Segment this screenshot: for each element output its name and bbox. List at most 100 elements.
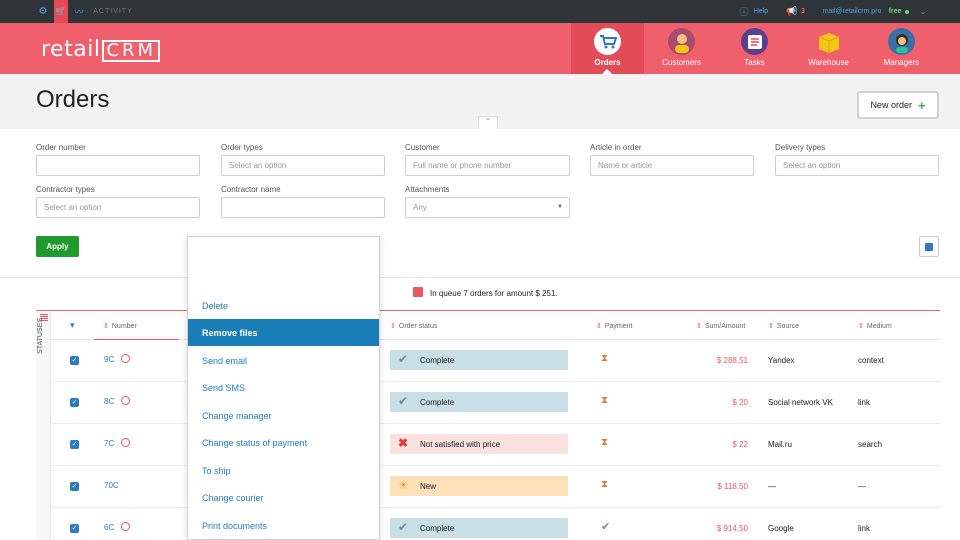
collapse-filters-icon[interactable]: ⌃ [478, 116, 498, 129]
user-email[interactable]: mail@retailcrm.pro [818, 0, 886, 23]
apply-button[interactable]: Apply [36, 236, 79, 257]
help-link[interactable]: Help [752, 0, 770, 23]
nav-managers[interactable]: Managers [865, 23, 938, 74]
check-icon: ✔ [398, 394, 409, 408]
menu-item-print-documents[interactable]: Print documents [188, 512, 379, 539]
nav-warehouse[interactable]: Warehouse [792, 23, 865, 74]
contractor-name-label: Contractor name [221, 185, 281, 194]
menu-item-change-payment-status[interactable]: Change status of payment [188, 429, 379, 456]
menu-item-change-manager[interactable]: Change manager [188, 402, 379, 429]
col-source[interactable]: ⇕ Source [768, 322, 799, 330]
new-order-button[interactable]: New order + [857, 91, 939, 119]
order-number-link[interactable]: 6C [104, 523, 114, 532]
status-badge[interactable]: ✖ Not satisfied with price [390, 434, 568, 454]
tasks-icon [741, 28, 768, 55]
menu-item-change-courier[interactable]: Change courier [188, 484, 379, 511]
contractor-name-input[interactable] [221, 197, 385, 218]
order-source: Google [768, 524, 794, 533]
queue-text: In queue 7 orders for amount $ 251. [430, 289, 558, 298]
megaphone-icon[interactable]: 📢 [786, 0, 797, 23]
menu-item-send-email[interactable]: Send email [188, 347, 379, 374]
payment-check-icon: ✔ [601, 521, 611, 533]
status-badge[interactable]: ✔ Complete [390, 392, 568, 412]
order-source: Social network VK [768, 398, 833, 407]
chevron-down-icon[interactable]: ⌄ [918, 0, 928, 23]
cross-icon: ✖ [398, 436, 409, 450]
customer-input[interactable]: Full name or phone number [405, 155, 570, 176]
row-checkbox[interactable]: ✓ [70, 356, 79, 365]
col-number[interactable]: ⇕ Number [103, 322, 137, 330]
check-icon: ✔ [398, 352, 409, 366]
online-dot [904, 0, 910, 23]
table-header [52, 312, 940, 340]
notification-count: 3 [801, 8, 805, 15]
status-badge[interactable]: ✔ Complete [390, 350, 568, 370]
floppy-icon [925, 242, 933, 251]
order-medium: link [858, 398, 871, 407]
col-medium[interactable]: ⇕ Medium [858, 322, 892, 330]
order-types-select[interactable]: Select an option [221, 155, 385, 176]
order-source: Yandex [768, 356, 795, 365]
customer-icon [668, 28, 695, 55]
nav-label: Managers [883, 58, 920, 67]
row-checkbox[interactable]: ✓ [70, 440, 79, 449]
nav-label: Warehouse [808, 58, 849, 67]
main-header: retail CRM Orders Customers Tasks Warehou… [0, 23, 960, 74]
order-sum: $ 22 [732, 440, 748, 449]
status-badge[interactable]: ✔ Complete [390, 518, 568, 538]
nav-tasks[interactable]: Tasks [718, 23, 791, 74]
logo[interactable]: retail CRM [41, 37, 161, 62]
order-number-label: Order number [36, 143, 86, 152]
col-sum[interactable]: ⇕ Sum/Amount [696, 322, 745, 330]
nav-label: Customers [662, 58, 701, 67]
row-checkbox[interactable]: ✓ [70, 398, 79, 407]
customer-label: Customer [405, 143, 440, 152]
alarm-clock-icon [121, 438, 130, 447]
nav-orders[interactable]: Orders [571, 23, 644, 74]
order-sum: $ 288,51 [716, 356, 748, 365]
help-icon: ⓘ [739, 7, 749, 17]
article-input[interactable]: Name or article [590, 155, 754, 176]
nav-label: Orders [594, 58, 621, 67]
alarm-clock-icon [121, 354, 130, 363]
delivery-types-label: Delivery types [775, 143, 826, 152]
row-checkbox[interactable]: ✓ [70, 482, 79, 491]
hourglass-icon: ⧗ [601, 479, 609, 490]
queue-icon [413, 287, 423, 297]
table-top-border [36, 310, 940, 311]
status-badge[interactable]: ☀ New [390, 476, 568, 496]
bulk-actions-menu: Delete Remove files Send email Send SMS … [187, 236, 380, 540]
menu-item-delete[interactable]: Delete [188, 292, 379, 319]
manager-icon [888, 28, 915, 55]
menu-item-send-sms[interactable]: Send SMS [188, 374, 379, 401]
page-title: Orders [36, 86, 110, 113]
delivery-types-select[interactable]: Select an option [775, 155, 939, 176]
activity-link[interactable]: ACTIVITY [93, 0, 133, 23]
menu-item-to-ship[interactable]: To ship [188, 457, 379, 484]
order-sum: $ 118,50 [717, 482, 748, 491]
statuses-label: STATUSES [37, 318, 44, 354]
cart-icon[interactable]: 🛒 [54, 0, 68, 23]
dropdown-arrow-icon: ▼ [557, 204, 563, 210]
select-all-toggle[interactable]: ▾ [70, 320, 75, 331]
attachments-select[interactable]: Any ▼ [405, 197, 570, 218]
order-number-link[interactable]: 8C [104, 397, 114, 406]
col-payment[interactable]: ⇕ Payment [596, 322, 633, 330]
analytics-icon[interactable]: 〰 [72, 0, 86, 23]
order-number-link[interactable]: 9C [104, 355, 114, 364]
row-checkbox[interactable]: ✓ [70, 524, 79, 533]
order-number-input[interactable] [36, 155, 200, 176]
order-source: — [768, 482, 776, 491]
menu-item-remove-files[interactable]: Remove files [188, 319, 379, 346]
plan-badge: free [888, 8, 902, 15]
order-medium: — [858, 482, 866, 491]
save-filter-button[interactable] [919, 236, 939, 257]
order-number-link[interactable]: 7C [104, 439, 114, 448]
order-source: Mail.ru [768, 440, 793, 449]
order-number-link[interactable]: 70C [104, 481, 119, 490]
settings-icon[interactable]: ⚙ [36, 0, 50, 23]
contractor-types-select[interactable]: Select an option [36, 197, 200, 218]
nav-customers[interactable]: Customers [645, 23, 718, 74]
alarm-clock-icon [121, 522, 130, 531]
col-order-status[interactable]: ⇕ Order status [390, 322, 437, 330]
